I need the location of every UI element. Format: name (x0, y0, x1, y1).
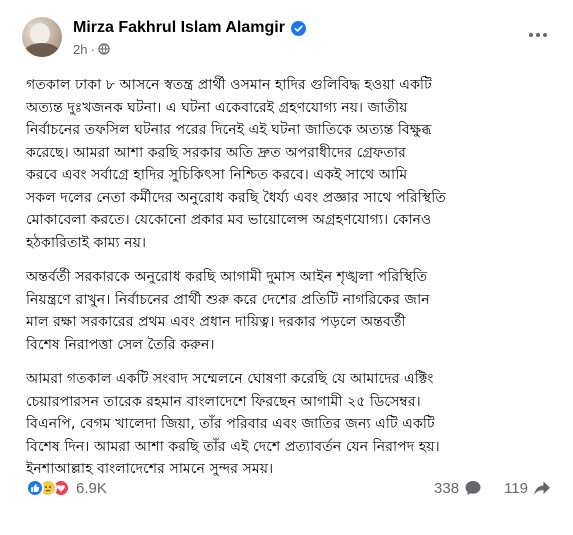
avatar[interactable] (22, 17, 62, 57)
globe-icon[interactable] (98, 43, 110, 55)
share-icon (534, 481, 550, 495)
post-meta: 2h · (73, 40, 110, 58)
meta-separator: · (90, 41, 95, 57)
post-header: Mirza Fakhrul Islam Alamgir 2h · (22, 17, 552, 65)
author-row: Mirza Fakhrul Islam Alamgir (73, 17, 306, 39)
post-timestamp[interactable]: 2h (73, 42, 87, 57)
author-name[interactable]: Mirza Fakhrul Islam Alamgir (73, 19, 285, 37)
engagement-stats: 338 119 (412, 479, 551, 497)
more-options-icon[interactable] (524, 25, 552, 45)
shares-count: 119 (504, 479, 528, 497)
post-footer: 6.9K 338 119 (26, 474, 551, 502)
comments-stat[interactable]: 338 (434, 479, 482, 497)
comment-icon (465, 481, 481, 495)
shares-stat[interactable]: 119 (504, 479, 551, 497)
reactions-summary[interactable]: 6.9K (26, 479, 107, 497)
like-reaction-icon (26, 479, 44, 497)
comments-count: 338 (434, 479, 460, 497)
post-paragraph-2: অন্তর্বর্তী সরকারকে অনুরোধ করছি আগামী দু… (26, 269, 430, 353)
post-paragraph-1: গতকাল ঢাকা ৮ আসনে স্বতন্ত্র প্রার্থী ওসম… (26, 77, 446, 251)
verified-badge-icon (290, 20, 306, 36)
post-body: গতকাল ঢাকা ৮ আসনে স্বতন্ত্র প্রার্থী ওসম… (26, 74, 551, 493)
reactions-count[interactable]: 6.9K (76, 480, 107, 497)
post-paragraph-3: আমরা গতকাল একটি সংবাদ সম্মেলনে ঘোষণা করে… (26, 371, 440, 477)
post-card: Mirza Fakhrul Islam Alamgir 2h · গতকাল ঢ… (0, 0, 573, 535)
